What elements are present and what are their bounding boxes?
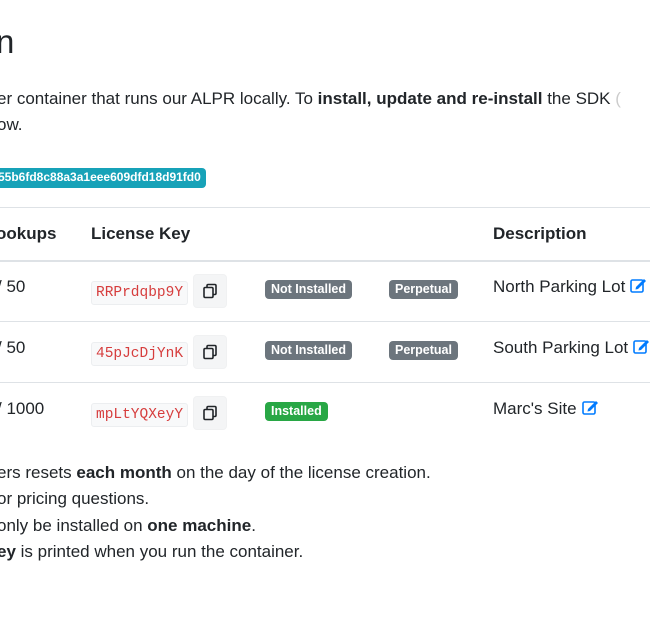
column-header-description: Description bbox=[493, 224, 587, 243]
lookups-cell: / 50 bbox=[0, 338, 26, 357]
copy-license-key-button[interactable] bbox=[193, 274, 227, 308]
intro-paragraph-line-2: ow. bbox=[0, 115, 23, 134]
page-title: n bbox=[0, 23, 15, 60]
license-key-code: RRPrdqbp9Y bbox=[91, 281, 189, 305]
column-header-license-key: License Key bbox=[91, 224, 191, 243]
edit-icon[interactable] bbox=[630, 277, 647, 293]
copy-license-key-button[interactable] bbox=[193, 396, 227, 430]
install-status-badge: Not Installed bbox=[265, 341, 353, 360]
description-cell: South Parking Lot bbox=[493, 338, 650, 358]
note-key-printed: ey is printed when you run the container… bbox=[0, 542, 304, 561]
table-header-border bbox=[0, 260, 650, 262]
note-pricing: or pricing questions. bbox=[0, 489, 150, 508]
license-type-badge: Perpetual bbox=[389, 280, 458, 299]
row-divider bbox=[0, 321, 650, 322]
install-status-badge: Not Installed bbox=[265, 280, 353, 299]
description-cell: Marc's Site bbox=[493, 399, 599, 419]
install-status-badge: Installed bbox=[265, 402, 328, 421]
table-top-border bbox=[0, 207, 650, 208]
edit-icon[interactable] bbox=[633, 338, 650, 354]
intro-paragraph-line-1: er container that runs our ALPR locally.… bbox=[0, 89, 621, 108]
license-key-code: mpLtYQXeyY bbox=[91, 403, 189, 427]
edit-icon[interactable] bbox=[581, 399, 599, 415]
column-header-lookups: ookups bbox=[0, 224, 57, 243]
note-one-machine: only be installed on one machine. bbox=[0, 516, 256, 535]
copy-license-key-button[interactable] bbox=[193, 335, 227, 369]
lookups-cell: / 1000 bbox=[0, 399, 45, 418]
copy-icon bbox=[203, 283, 217, 299]
note-lookups-reset: ers resets each month on the day of the … bbox=[0, 463, 431, 482]
lookups-cell: / 50 bbox=[0, 277, 26, 296]
account-token-badge: 55b6fd8c88a3a1eee609dfd18d91fd0 bbox=[0, 168, 206, 188]
copy-icon bbox=[203, 344, 217, 360]
copy-icon bbox=[203, 405, 217, 421]
description-cell: North Parking Lot bbox=[493, 277, 647, 297]
row-divider bbox=[0, 382, 650, 383]
license-key-code: 45pJcDjYnK bbox=[91, 342, 189, 366]
license-type-badge: Perpetual bbox=[389, 341, 458, 360]
